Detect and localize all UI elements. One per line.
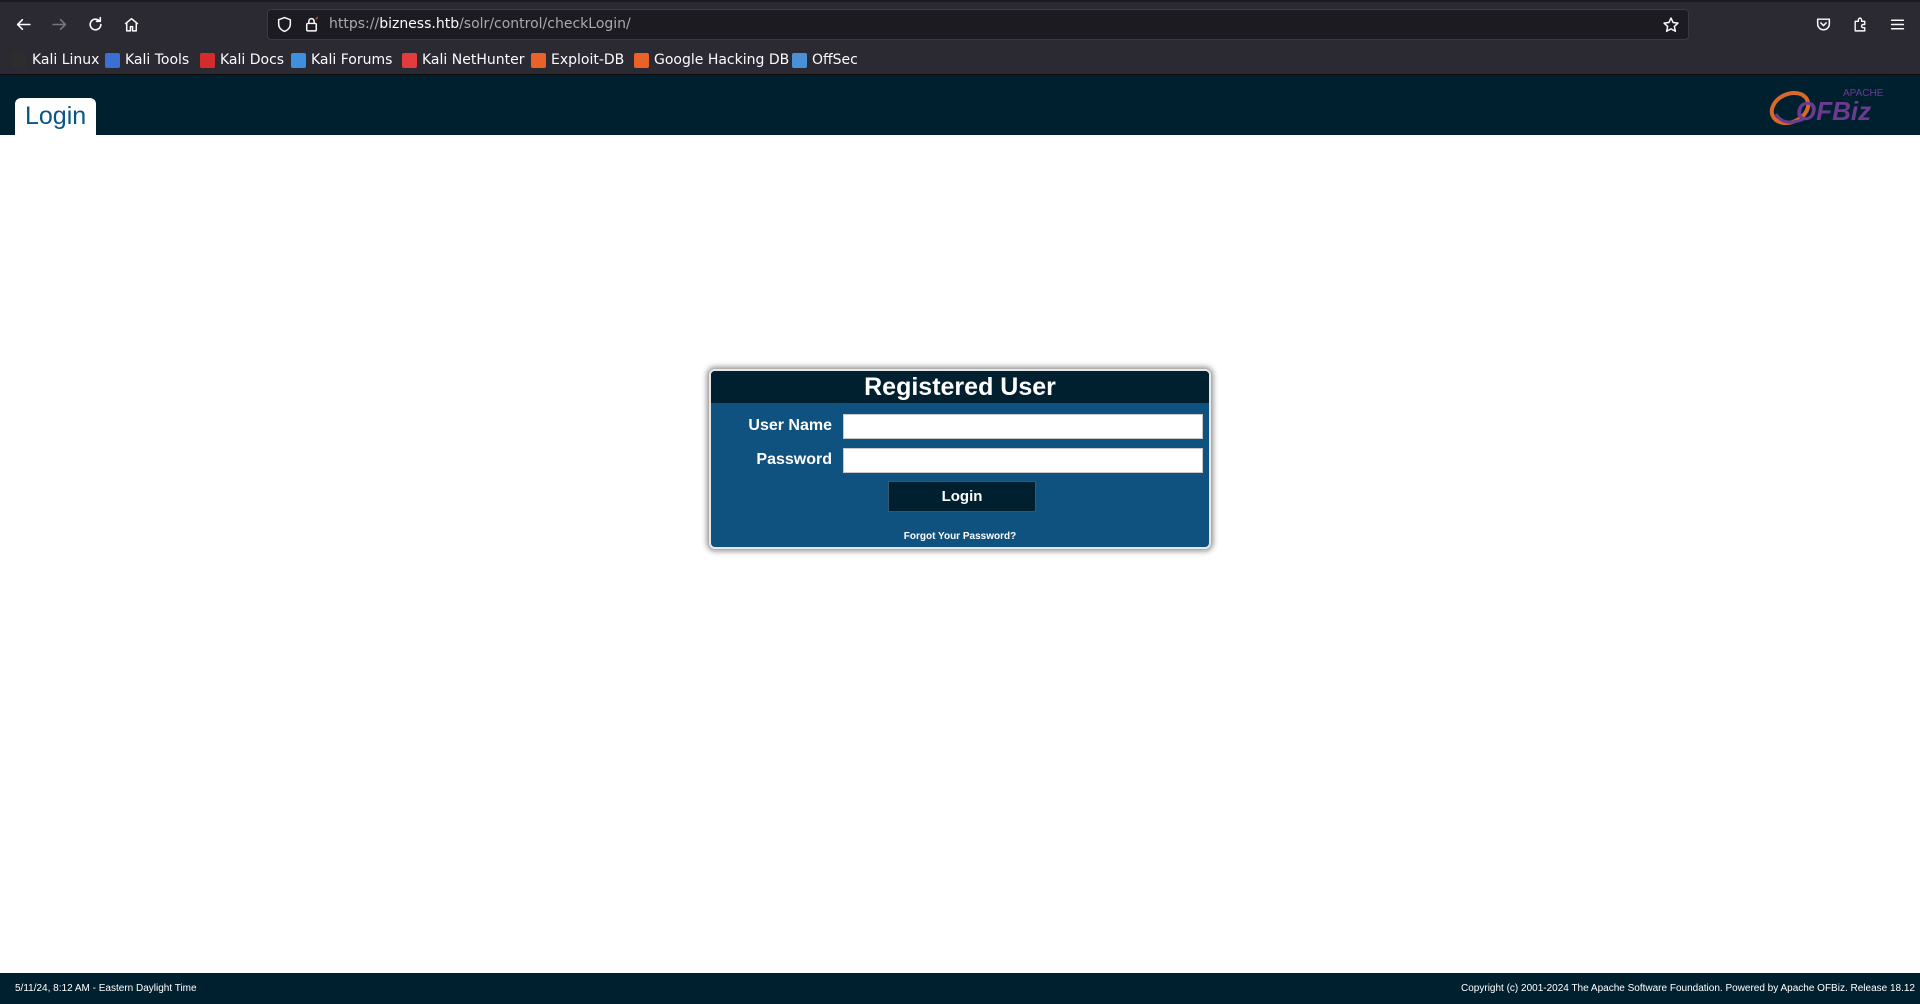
bookmark-star-icon[interactable]	[1662, 16, 1680, 34]
kali-dragon-icon	[12, 52, 27, 68]
bookmark-kali-nethunter[interactable]: Kali NetHunter	[402, 49, 524, 71]
home-icon	[124, 17, 138, 32]
url-host: bizness.htb	[379, 16, 460, 32]
login-panel: Registered User User Name Password Login…	[709, 369, 1211, 549]
extensions-button[interactable]	[1845, 9, 1875, 39]
pocket-button[interactable]	[1808, 9, 1838, 39]
arrow-right-icon	[51, 18, 66, 30]
footer-timestamp: 5/11/24, 8:12 AM - Eastern Daylight Time	[15, 983, 197, 994]
username-label: User Name	[748, 417, 832, 434]
arrow-left-icon	[16, 18, 31, 30]
bookmark-label: Kali Forums	[311, 52, 393, 68]
nethunter-icon	[402, 52, 417, 68]
url-path: /solr/control/checkLogin/	[459, 16, 631, 32]
home-button[interactable]	[116, 9, 146, 39]
url-prefix: https://	[329, 16, 380, 32]
password-input[interactable]	[843, 448, 1203, 473]
bookmarks-bar: Kali Linux Kali Tools Kali Docs Kali For…	[0, 45, 1920, 75]
password-label: Password	[756, 451, 832, 468]
bookmark-label: Google Hacking DB	[654, 52, 790, 68]
forgot-password-link[interactable]: Forgot Your Password?	[711, 531, 1209, 542]
url-bar[interactable]: https://bizness.htb/solr/control/checkLo…	[267, 9, 1689, 40]
tracking-shield-icon[interactable]	[276, 16, 293, 33]
puzzle-icon	[1853, 17, 1865, 32]
logo-ofbiz-text: OFBiz	[1796, 96, 1871, 126]
login-button[interactable]: Login	[888, 481, 1036, 512]
offsec-icon	[792, 52, 807, 68]
bookmark-label: Kali NetHunter	[422, 52, 525, 68]
ghdb-icon	[634, 52, 649, 68]
kali-tools-icon	[105, 52, 120, 68]
kali-forums-icon	[291, 52, 306, 68]
lock-icon[interactable]	[303, 16, 320, 33]
pocket-icon	[1816, 17, 1830, 31]
kali-docs-icon	[200, 52, 215, 68]
exploit-db-icon	[531, 52, 546, 68]
app-menu-button[interactable]	[1882, 9, 1912, 39]
bookmark-kali-linux[interactable]: Kali Linux	[12, 49, 99, 71]
reload-icon	[88, 16, 102, 31]
login-panel-header: Registered User	[711, 371, 1209, 403]
bookmark-label: Kali Linux	[32, 52, 100, 68]
url-text[interactable]: https://bizness.htb/solr/control/checkLo…	[329, 16, 631, 32]
reload-button[interactable]	[80, 9, 110, 39]
bookmark-kali-tools[interactable]: Kali Tools	[105, 49, 189, 71]
footer-copyright: Copyright (c) 2001-2024 The Apache Softw…	[1461, 983, 1915, 994]
bookmark-label: Kali Tools	[125, 52, 190, 68]
bookmark-label: Kali Docs	[220, 52, 285, 68]
login-panel-title: Registered User	[864, 372, 1056, 401]
back-button[interactable]	[8, 9, 38, 39]
bookmark-exploit-db[interactable]: Exploit-DB	[531, 49, 624, 71]
app-header: Login	[0, 75, 1920, 135]
username-input[interactable]	[843, 414, 1203, 439]
bookmark-label: Exploit-DB	[551, 52, 625, 68]
footer: 5/11/24, 8:12 AM - Eastern Daylight Time…	[0, 973, 1920, 1004]
bookmark-label: OffSec	[812, 52, 858, 68]
bookmark-offsec[interactable]: OffSec	[792, 49, 858, 71]
hamburger-menu-icon	[1890, 18, 1904, 30]
ofbiz-logo[interactable]: APACHE OFBiz	[1766, 84, 1892, 128]
bookmark-google-hacking-db[interactable]: Google Hacking DB	[634, 49, 789, 71]
bookmark-kali-forums[interactable]: Kali Forums	[291, 49, 392, 71]
page-title-tab: Login	[15, 98, 97, 135]
page-title: Login	[25, 102, 87, 130]
bookmark-kali-docs[interactable]: Kali Docs	[200, 49, 284, 71]
browser-toolbar: https://bizness.htb/solr/control/checkLo…	[0, 0, 1920, 45]
forward-button[interactable]	[44, 9, 74, 39]
